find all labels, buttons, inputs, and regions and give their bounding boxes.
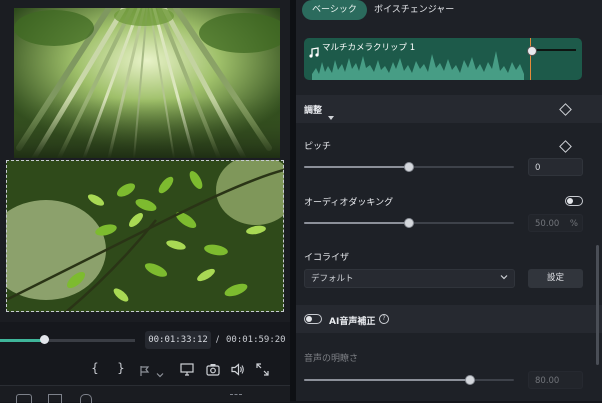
- preview-panel: 00:01:33:12 / 00:01:59:20 { }: [0, 0, 290, 403]
- marker-flag-icon[interactable]: [139, 362, 151, 381]
- diamond-keyframe-icon[interactable]: [559, 140, 572, 153]
- toolbar-item-icon[interactable]: [230, 394, 242, 403]
- toolbar-item-icon[interactable]: [48, 394, 62, 403]
- pitch-slider-fill: [304, 166, 408, 168]
- volume-icon[interactable]: [231, 361, 245, 380]
- equalizer-preset-select[interactable]: デフォルト: [304, 269, 515, 288]
- bamboo-forest-image: [14, 8, 280, 158]
- ducking-value-input[interactable]: 50.00 %: [528, 214, 583, 232]
- caret-down-icon[interactable]: [328, 106, 334, 125]
- pitch-value-input[interactable]: 0: [528, 158, 583, 176]
- diamond-keyframe-icon[interactable]: [559, 103, 572, 116]
- snapshot-icon[interactable]: [206, 361, 220, 380]
- music-note-icon: [309, 43, 319, 62]
- tab-voice-changer[interactable]: ボイスチェンジャー: [364, 0, 464, 20]
- ducking-unit: %: [569, 219, 578, 229]
- clip-volume-handle[interactable]: [527, 46, 537, 56]
- chevron-down-icon[interactable]: [156, 364, 164, 383]
- voice-clarity-value-input[interactable]: 80.00: [528, 371, 583, 389]
- playback-progress-track[interactable]: [45, 339, 135, 342]
- playback-scrubber[interactable]: [40, 335, 49, 344]
- bottom-toolbar: [0, 385, 290, 403]
- chevron-down-icon: [500, 270, 508, 289]
- info-icon[interactable]: ?: [379, 314, 389, 324]
- time-separator: /: [216, 335, 220, 345]
- ducking-toggle[interactable]: [565, 196, 583, 206]
- ducking-value: 50.00: [535, 219, 560, 229]
- equalizer-settings-button[interactable]: 設定: [528, 269, 583, 288]
- adjust-label: 調整: [304, 106, 323, 116]
- total-time: 00:01:59:20: [226, 335, 286, 345]
- toolbar-item-icon[interactable]: [80, 394, 92, 403]
- equalizer-label: イコライザ: [304, 253, 350, 263]
- mark-out-icon[interactable]: }: [114, 360, 128, 376]
- pitch-label: ピッチ: [304, 142, 332, 152]
- ducking-slider-fill: [304, 222, 408, 224]
- ducking-slider-handle[interactable]: [404, 218, 414, 228]
- fullscreen-icon[interactable]: [256, 361, 269, 380]
- preview-canvas: [0, 0, 290, 322]
- audio-clip-name: マルチカメラクリップ 1: [322, 43, 416, 53]
- audio-clip-waveform[interactable]: マルチカメラクリップ 1: [304, 38, 582, 80]
- current-time: 00:01:33:12: [145, 331, 211, 349]
- tab-basic[interactable]: ベーシック: [302, 0, 367, 20]
- panel-scrollbar[interactable]: [596, 245, 599, 365]
- voice-clarity-label: 音声の明瞭さ: [304, 354, 359, 364]
- audio-properties-panel: ベーシック ボイスチェンジャー マルチカメラクリップ 1 調整 ピッチ 0 オー…: [296, 0, 602, 401]
- playback-progress-fill: [0, 339, 45, 342]
- adjust-section-header[interactable]: 調整: [296, 95, 602, 123]
- toolbar-item-icon[interactable]: [16, 394, 32, 403]
- voice-clarity-slider-handle[interactable]: [465, 375, 475, 385]
- ducking-label: オーディオダッキング: [304, 198, 394, 208]
- mark-in-icon[interactable]: {: [88, 360, 102, 376]
- clip-playhead: [530, 38, 531, 80]
- monitor-icon[interactable]: [180, 361, 194, 380]
- ai-enhance-toggle[interactable]: [304, 314, 322, 324]
- ai-enhance-label: AI音声補正: [329, 317, 376, 327]
- leaves-image[interactable]: [6, 160, 284, 312]
- voice-clarity-slider-fill: [304, 379, 472, 381]
- equalizer-selected: デフォルト: [311, 274, 354, 284]
- pitch-slider-handle[interactable]: [404, 162, 414, 172]
- ai-enhance-section-header: AI音声補正 ?: [296, 305, 602, 333]
